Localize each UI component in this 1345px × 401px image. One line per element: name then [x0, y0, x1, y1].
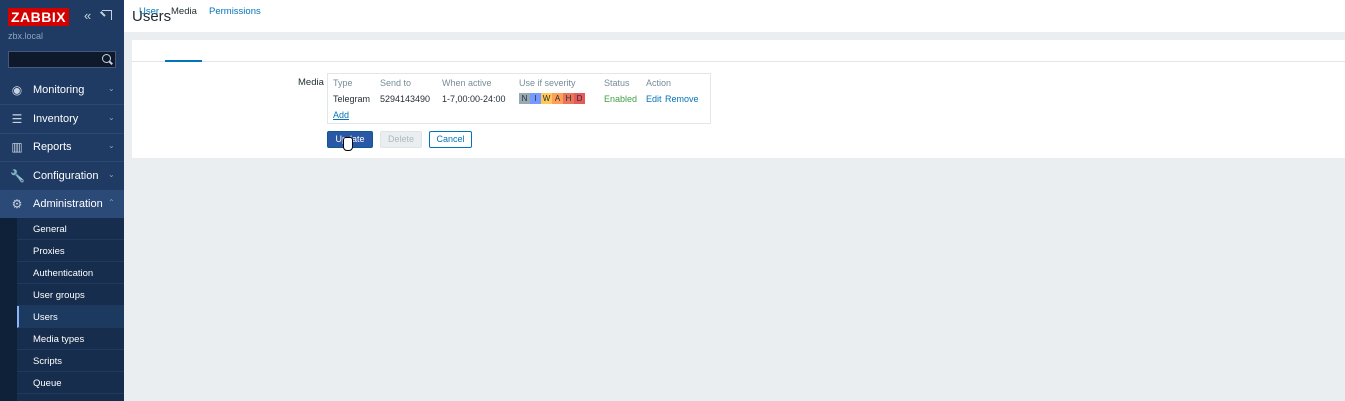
active-tab-indicator — [165, 60, 202, 62]
chevron-up-icon: ⌃ — [108, 198, 115, 207]
cancel-button[interactable]: Cancel — [429, 131, 472, 148]
severity-warning: W — [541, 93, 552, 104]
media-label: Media — [298, 77, 324, 88]
menu-item-administration[interactable]: ⚙ Administration ⌃ — [0, 190, 124, 218]
zabbix-logo[interactable]: ZABBIX — [8, 8, 70, 26]
chart-icon: ▥ — [11, 140, 23, 154]
submenu-item-general[interactable]: General — [17, 218, 124, 240]
submenu-item-proxies[interactable]: Proxies — [17, 240, 124, 262]
severity-information: I — [530, 93, 541, 104]
edit-link[interactable]: Edit — [646, 94, 662, 104]
when-active-cell: 1-7,00:00-24:00 — [442, 94, 506, 104]
tab-user[interactable]: User — [139, 6, 159, 17]
submenu-label: Queue — [33, 378, 62, 389]
send-to-cell: 5294143490 — [380, 94, 431, 104]
add-media-link[interactable]: Add — [333, 110, 349, 120]
gear-icon: ⚙ — [11, 197, 23, 211]
tab-permissions[interactable]: Permissions — [209, 6, 261, 17]
media-type-cell: Telegram — [333, 94, 371, 104]
submenu-label: Authentication — [33, 268, 94, 279]
column-header-send-to: Send to — [380, 78, 412, 88]
search-icon[interactable] — [102, 54, 111, 63]
submenu-item-scripts[interactable]: Scripts — [17, 350, 124, 372]
menu-label: Configuration — [33, 170, 99, 182]
severity-not-classified: N — [519, 93, 530, 104]
menu-item-configuration[interactable]: 🔧 Configuration ⌄ — [0, 162, 124, 190]
remove-link[interactable]: Remove — [665, 94, 699, 104]
wrench-icon: 🔧 — [10, 169, 25, 183]
submenu-label: Media types — [33, 334, 85, 345]
chevron-down-icon: ⌄ — [108, 141, 115, 150]
list-icon: ☰ — [11, 112, 23, 126]
status-enabled-link[interactable]: Enabled — [604, 94, 637, 104]
tab-media[interactable]: Media — [171, 6, 197, 17]
menu-label: Administration — [33, 198, 103, 210]
collapse-sidebar-icon[interactable]: « — [84, 9, 91, 23]
eye-icon: ◉ — [11, 83, 23, 97]
column-header-type: Type — [333, 78, 353, 88]
submenu-label: General — [33, 224, 67, 235]
menu-label: Inventory — [33, 113, 79, 125]
submenu-label: Scripts — [33, 356, 63, 367]
chevron-down-icon: ⌄ — [108, 113, 115, 122]
submenu-label: Users — [33, 312, 58, 323]
search-input[interactable] — [8, 51, 116, 68]
page-header — [124, 0, 1345, 32]
submenu-label: User groups — [33, 290, 85, 301]
delete-button[interactable]: Delete — [380, 131, 422, 148]
submenu-item-media-types[interactable]: Media types — [17, 328, 124, 350]
kiosk-mode-icon[interactable] — [102, 10, 112, 20]
tab-bar — [132, 40, 1345, 62]
submenu-gutter — [0, 218, 17, 401]
submenu-item-queue[interactable]: Queue — [17, 372, 124, 394]
submenu-item-authentication[interactable]: Authentication — [17, 262, 124, 284]
column-header-when-active: When active — [442, 78, 492, 88]
severity-average: A — [552, 93, 563, 104]
column-header-action: Action — [646, 78, 672, 88]
menu-item-inventory[interactable]: ☰ Inventory ⌄ — [0, 105, 124, 133]
submenu-label: Proxies — [33, 246, 65, 257]
chevron-down-icon: ⌄ — [108, 84, 115, 93]
menu-label: Monitoring — [33, 84, 85, 96]
column-header-severity: Use if severity — [519, 78, 576, 88]
severity-high: H — [563, 93, 574, 104]
submenu-item-users[interactable]: Users — [17, 306, 124, 328]
severity-disaster: D — [574, 93, 585, 104]
menu-label: Reports — [33, 141, 72, 153]
submenu-item-user-groups[interactable]: User groups — [17, 284, 124, 306]
chevron-down-icon: ⌄ — [108, 170, 115, 179]
server-name: zbx.local — [8, 31, 44, 41]
column-header-status: Status — [604, 78, 630, 88]
menu-item-reports[interactable]: ▥ Reports ⌄ — [0, 133, 124, 161]
menu-item-monitoring[interactable]: ◉ Monitoring ⌄ — [0, 76, 124, 104]
